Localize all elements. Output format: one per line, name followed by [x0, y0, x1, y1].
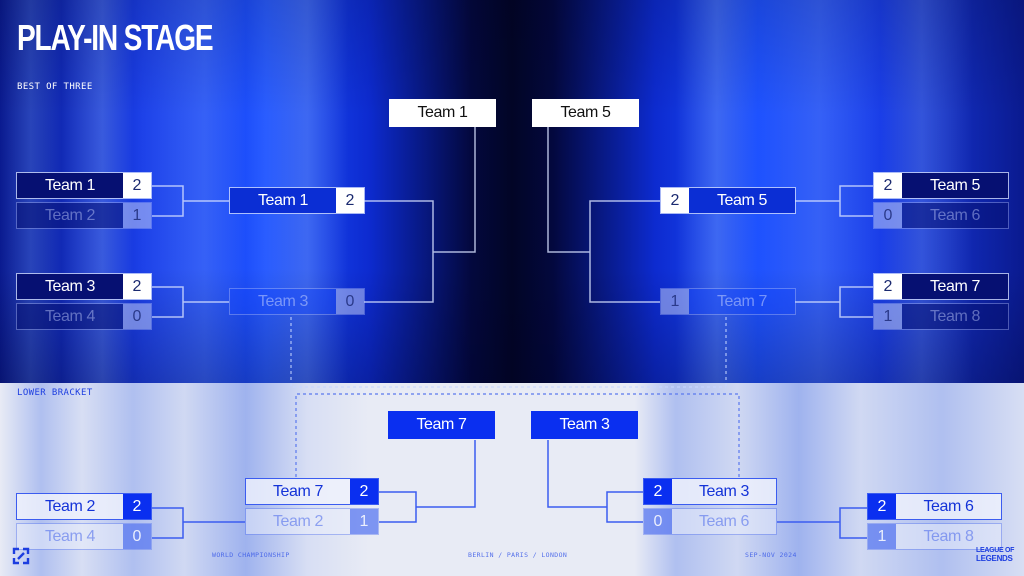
match-lower-right-r1[interactable]: 2 Team 6 1 Team 8	[867, 493, 1002, 553]
match-lower-right-r2[interactable]: 2 Team 3 0 Team 6	[643, 478, 777, 538]
team-score: 2	[874, 274, 902, 299]
team-score: 1	[874, 304, 902, 329]
team-score: 2	[123, 274, 151, 299]
team-score: 2	[661, 188, 689, 213]
team-name: Team 3	[672, 479, 776, 504]
team-row: 2 Team 6	[867, 493, 1002, 520]
team-row: Team 32	[16, 273, 152, 300]
team-name: Team 4	[17, 304, 123, 329]
team-name: Team 1	[17, 173, 123, 198]
team-score: 1	[868, 524, 896, 549]
lower-bracket-label: LOWER BRACKET	[17, 388, 93, 398]
team-score: 1	[350, 509, 378, 534]
team-name: Team 2	[17, 203, 123, 228]
team-score: 2	[123, 173, 151, 198]
match-upper-left-r2-b[interactable]: Team 30	[229, 288, 365, 318]
team-score: 0	[123, 524, 151, 549]
team-row: Team 21	[16, 202, 152, 229]
team-score: 2	[868, 494, 896, 519]
team-row: 2 Team 5	[873, 172, 1009, 199]
team-name: Team 5	[689, 188, 795, 213]
team-row: 0 Team 6	[873, 202, 1009, 229]
match-upper-right-r2-b[interactable]: 1 Team 7	[660, 288, 796, 318]
team-name: Team 8	[896, 524, 1001, 549]
team-score: 2	[874, 173, 902, 198]
team-score: 1	[661, 289, 689, 314]
team-score: 1	[123, 203, 151, 228]
team-name: Team 6	[896, 494, 1001, 519]
logo-line-2: LEGENDS	[976, 554, 1013, 563]
lower-right-qualifier[interactable]: Team 3	[531, 411, 638, 439]
team-score: 2	[123, 494, 151, 519]
expand-icon[interactable]	[12, 547, 30, 565]
team-row: 2 Team 3	[643, 478, 777, 505]
team-name: Team 7	[689, 289, 795, 314]
team-row: 1 Team 8	[873, 303, 1009, 330]
team-score: 0	[123, 304, 151, 329]
format-label: BEST OF THREE	[17, 82, 93, 92]
team-name: Team 1	[230, 188, 336, 213]
team-row: Team 40	[16, 303, 152, 330]
team-score: 2	[644, 479, 672, 504]
team-name: Team 6	[672, 509, 776, 534]
event-name: WORLD CHAMPIONSHIP	[212, 551, 290, 559]
team-row: 0 Team 6	[643, 508, 777, 535]
team-row: 1 Team 8	[867, 523, 1002, 550]
team-score: 2	[336, 188, 364, 213]
team-row: Team 12	[229, 187, 365, 214]
team-name: Team 5	[902, 173, 1008, 198]
team-name: Team 7	[902, 274, 1008, 299]
match-upper-right-r1-2[interactable]: 2 Team 7 1 Team 8	[873, 273, 1009, 333]
event-cities: BERLIN / PARIS / LONDON	[468, 551, 568, 559]
team-name: Team 2	[17, 494, 123, 519]
team-row: 2 Team 5	[660, 187, 796, 214]
team-name: Team 4	[17, 524, 123, 549]
team-name: Team 7	[246, 479, 350, 504]
team-row: Team 21	[245, 508, 379, 535]
team-row: Team 40	[16, 523, 152, 550]
team-name: Team 3	[17, 274, 123, 299]
team-name: Team 8	[902, 304, 1008, 329]
match-upper-right-r2[interactable]: 2 Team 5	[660, 187, 796, 217]
upper-left-qualifier[interactable]: Team 1	[389, 99, 496, 127]
team-score: 0	[336, 289, 364, 314]
team-row: Team 72	[245, 478, 379, 505]
team-row: Team 12	[16, 172, 152, 199]
team-row: 1 Team 7	[660, 288, 796, 315]
match-upper-left-r2[interactable]: Team 12	[229, 187, 365, 217]
team-row: 2 Team 7	[873, 273, 1009, 300]
team-score: 2	[350, 479, 378, 504]
team-row: Team 30	[229, 288, 365, 315]
team-name: Team 3	[230, 289, 336, 314]
team-score: 0	[644, 509, 672, 534]
team-name: Team 6	[902, 203, 1008, 228]
page-title: PLAY-IN STAGE	[17, 17, 214, 58]
team-name: Team 2	[246, 509, 350, 534]
upper-right-qualifier[interactable]: Team 5	[532, 99, 639, 127]
team-row: Team 22	[16, 493, 152, 520]
league-of-legends-logo: LEAGUE OF LEGENDS	[976, 547, 1014, 563]
lower-left-qualifier[interactable]: Team 7	[388, 411, 495, 439]
match-upper-left-r1-1[interactable]: Team 12 Team 21	[16, 172, 152, 232]
event-dates: SEP-NOV 2024	[745, 551, 797, 559]
match-lower-left-r2[interactable]: Team 72 Team 21	[245, 478, 379, 538]
match-upper-right-r1-1[interactable]: 2 Team 5 0 Team 6	[873, 172, 1009, 232]
match-upper-left-r1-2[interactable]: Team 32 Team 40	[16, 273, 152, 333]
match-lower-left-r1[interactable]: Team 22 Team 40	[16, 493, 152, 553]
team-score: 0	[874, 203, 902, 228]
